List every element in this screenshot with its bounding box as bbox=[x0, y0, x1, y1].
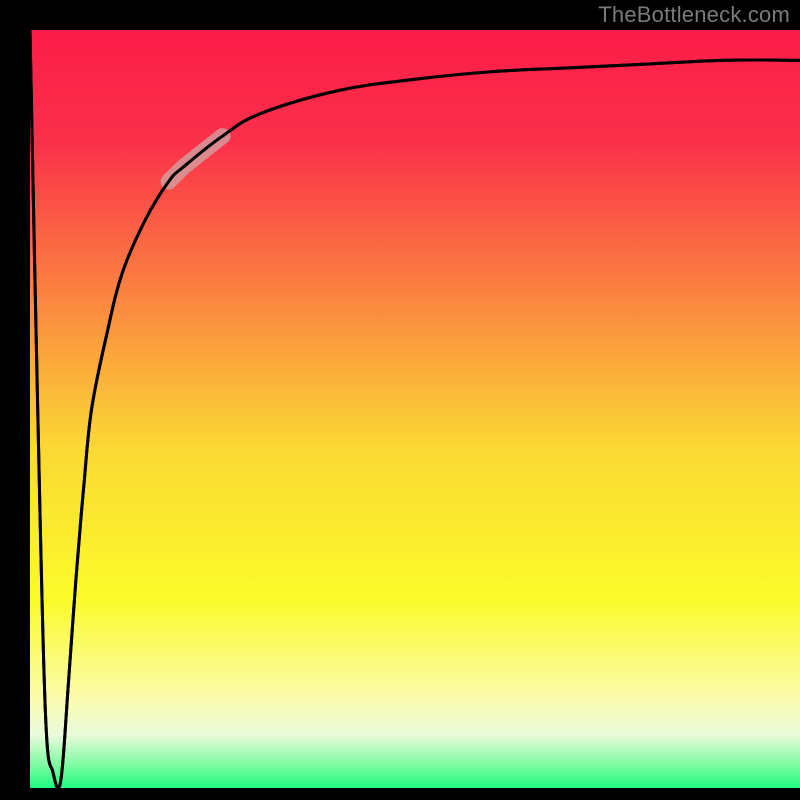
chart-stage: TheBottleneck.com bbox=[0, 0, 800, 800]
plot-background bbox=[30, 30, 800, 788]
bottleneck-chart bbox=[0, 0, 800, 800]
attribution-label: TheBottleneck.com bbox=[598, 2, 790, 28]
